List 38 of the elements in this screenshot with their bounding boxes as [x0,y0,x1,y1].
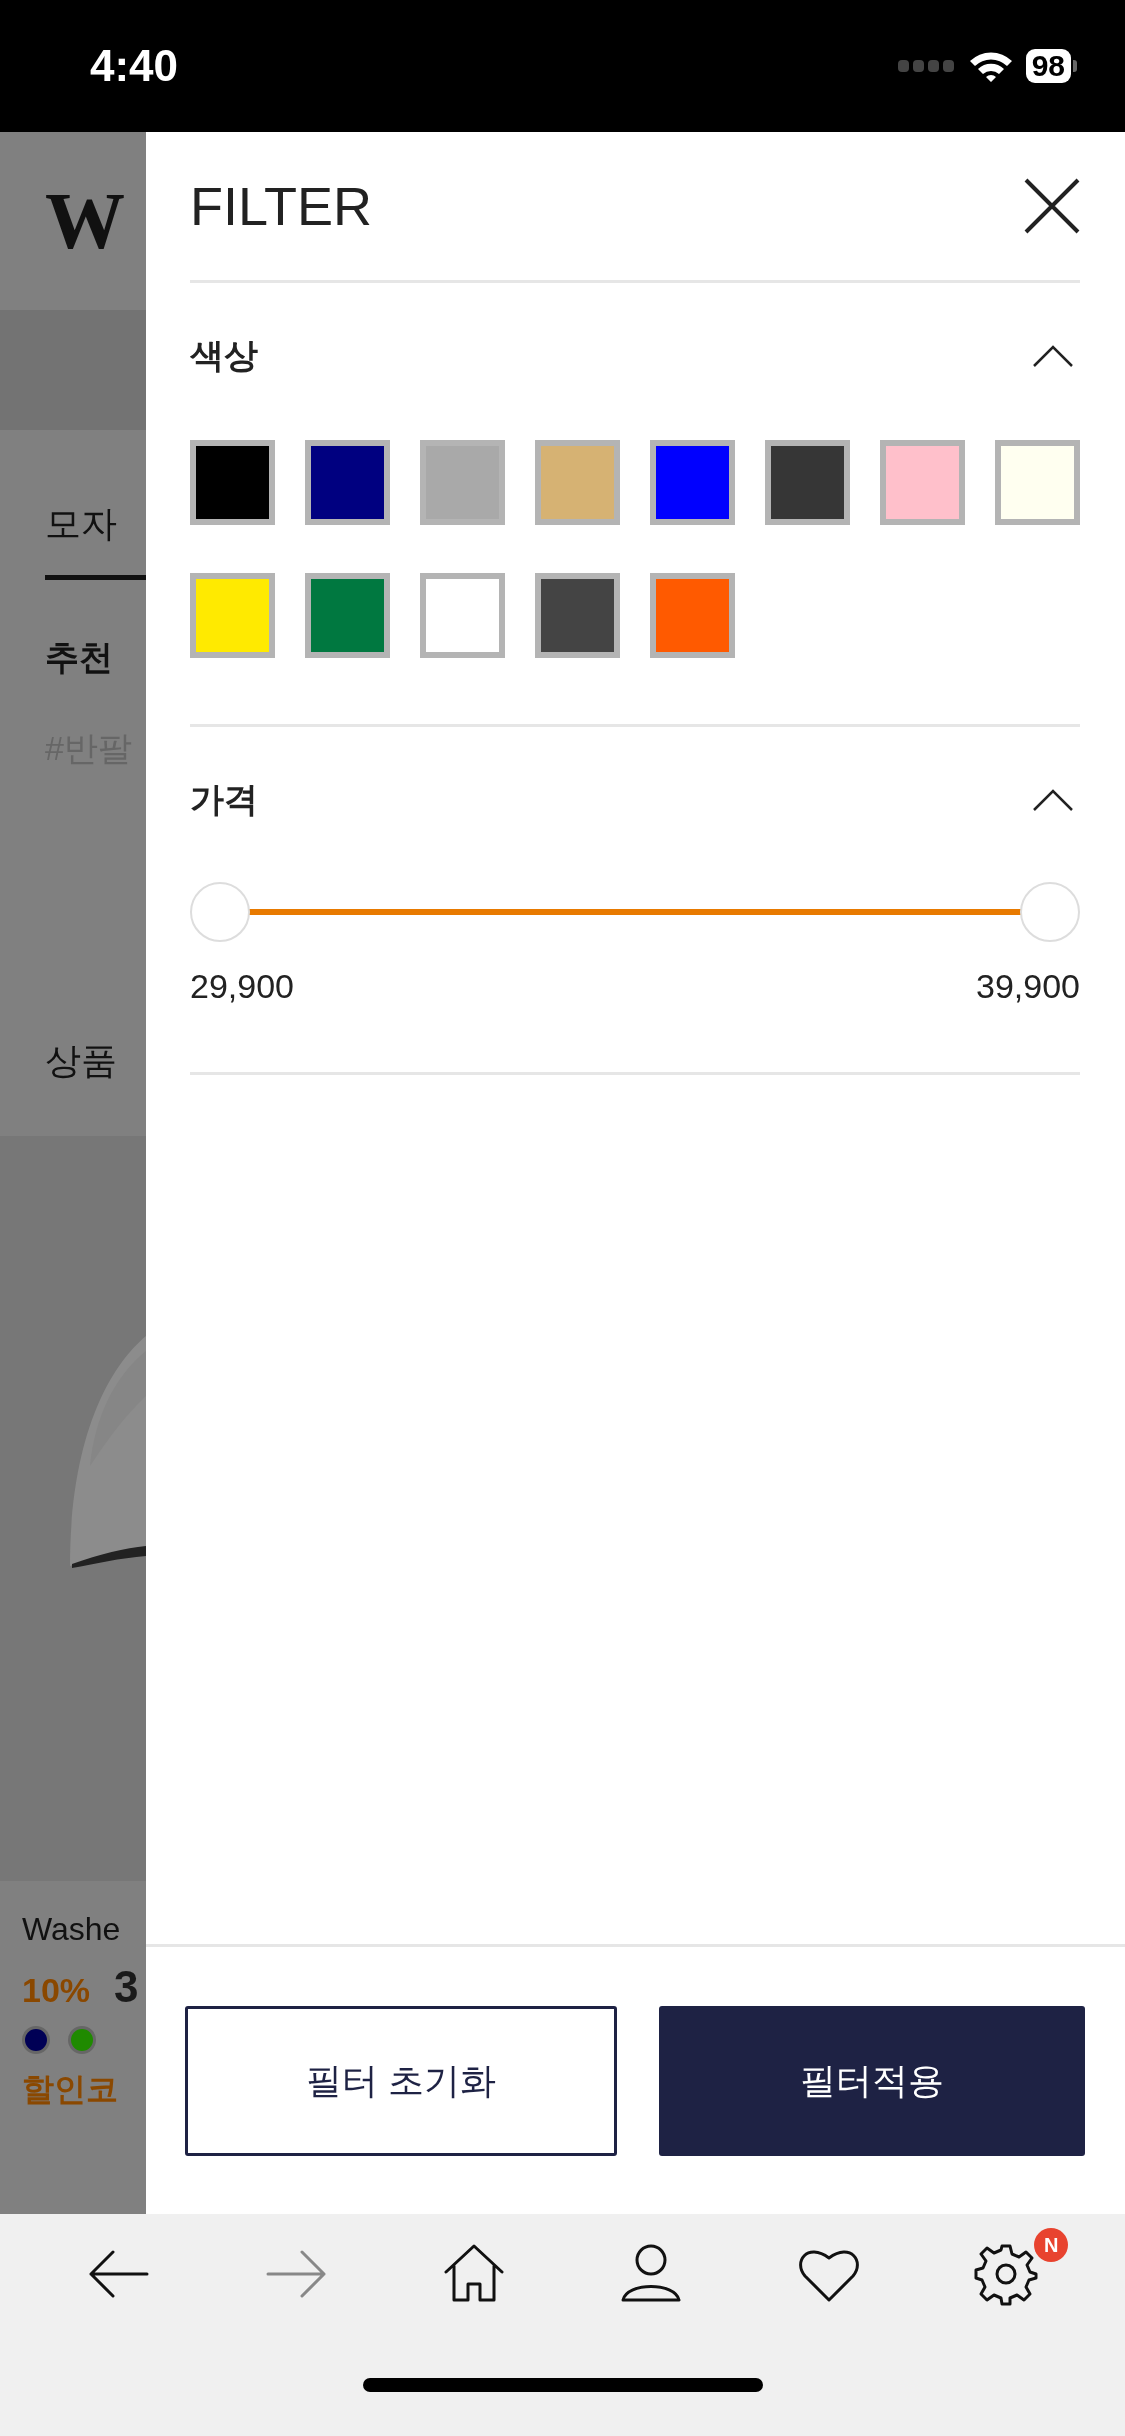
color-swatch[interactable] [420,573,505,658]
apply-button[interactable]: 필터적용 [659,2006,1085,2156]
product-name: Washe [22,1911,122,1948]
section-title: 상품 [45,1039,118,1083]
color-swatch[interactable] [190,440,275,525]
color-swatch[interactable] [765,440,850,525]
color-swatch[interactable] [535,573,620,658]
panel-title: FILTER [190,175,372,237]
notification-badge: N [1034,2228,1069,2262]
battery-indicator: 98 [1025,49,1077,83]
color-swatch[interactable] [535,440,620,525]
color-swatch[interactable] [190,573,275,658]
product-price: 3 [114,1962,139,2012]
slider-thumb[interactable] [190,882,250,942]
close-button[interactable] [1024,178,1080,234]
chevron-icon[interactable] [1032,787,1074,812]
clock-time: 4:40 [90,41,179,91]
chevron-icon[interactable] [1032,343,1074,368]
color-swatch[interactable] [650,573,735,658]
coupon-label: 할인코 [22,2070,119,2109]
price-slider[interactable] [190,882,1080,942]
color-swatch[interactable] [995,440,1080,525]
discount-rate: 10% [22,1971,91,2010]
signal-icon [897,60,956,72]
settings-nav-button[interactable] [974,2242,1039,2306]
section-title: 색상 [190,334,258,376]
logo-text: W [45,175,125,267]
section-title: 추천 [45,637,114,678]
color-swatch[interactable] [880,440,965,525]
reset-button[interactable]: 필터 초기화 [185,2006,617,2156]
color-swatch[interactable] [650,440,735,525]
color-swatch[interactable] [305,573,390,658]
min-price: 29,900 [190,967,294,1006]
section-title: 가격 [190,778,258,820]
color-swatch[interactable] [305,440,390,525]
slider-thumb[interactable] [1020,882,1080,942]
color-swatch[interactable] [420,440,505,525]
max-price: 39,900 [976,967,1080,1006]
